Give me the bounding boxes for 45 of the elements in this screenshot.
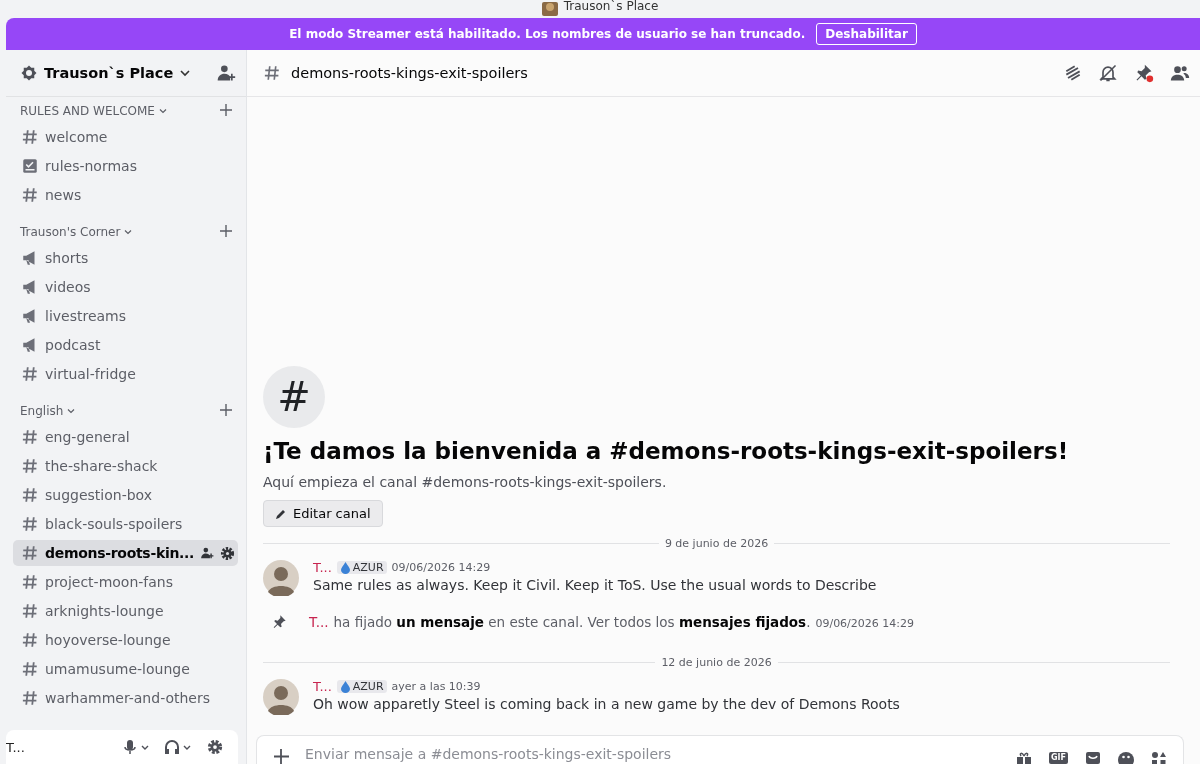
category-name: Trauson's Corner	[20, 225, 121, 239]
category-name: RULES AND WELCOME	[20, 104, 155, 118]
system-message: ha fijado un mensaje en este canal. Ver todos los mensajes fijados.	[333, 614, 811, 630]
channel-item[interactable]: black-souls-spoilers	[13, 511, 238, 537]
channel-item[interactable]: livestreams	[13, 303, 238, 329]
role-badge: AZUR	[336, 680, 387, 693]
author-name: T...	[313, 679, 332, 694]
author-name: T...	[313, 560, 332, 575]
message-text: Oh wow apparetly Steel is coming back in a new game by the dev of Demons Roots	[313, 696, 900, 712]
timestamp: 09/06/2026 14:29	[815, 617, 915, 630]
channel-item[interactable]: podcast	[13, 332, 238, 358]
message-input[interactable]: Enviar mensaje a #demons-roots-kings-exit-spoilers GIF	[256, 735, 1184, 764]
gif-button[interactable]: GIF	[1049, 752, 1068, 764]
channel-item[interactable]: arknights-lounge	[13, 598, 238, 624]
channel-item[interactable]: demons-roots-kin...	[13, 540, 238, 566]
welcome-title: ¡Te damos la bienvenida a #demons-roots-kings-exit-spoilers!	[263, 438, 1070, 464]
author-name: T...	[309, 614, 329, 630]
channel-item[interactable]: project-moon-fans	[13, 569, 238, 595]
channel-item[interactable]: umamusume-lounge	[13, 656, 238, 682]
channel-item[interactable]: rules-normas	[13, 153, 238, 179]
disable-button[interactable]: Deshabilitar	[816, 23, 917, 45]
channel-item[interactable]: welcome	[13, 124, 238, 150]
date-divider: 12 de junio de 2026	[661, 656, 772, 669]
welcome-subtitle: Aquí empieza el canal #demons-roots-kings-exit-spoilers.	[263, 474, 668, 490]
channel-title: demons-roots-kings-exit-spoilers	[291, 65, 529, 81]
server-name[interactable]: Trauson`s Place	[44, 65, 174, 81]
banner-text: El modo Streamer está habilitado. Los nombres de usuario se han truncado.	[289, 27, 806, 41]
channel-item[interactable]: news	[13, 182, 238, 208]
channel-hash-icon: #	[263, 366, 325, 428]
role-badge: AZUR	[336, 561, 387, 574]
channel-item[interactable]: suggestion-box	[13, 482, 238, 508]
window-title: Trauson`s Place	[563, 0, 659, 13]
edit-channel-button[interactable]: Editar canal	[263, 500, 383, 527]
channel-item[interactable]: warhammer-and-others	[13, 685, 238, 711]
message-text: Same rules as always. Keep it Civil. Keep it ToS. Use the usual words to Describe	[313, 577, 877, 593]
channel-item[interactable]: eng-general	[13, 424, 238, 450]
channel-item[interactable]: shorts	[13, 245, 238, 271]
channel-item[interactable]: virtual-fridge	[13, 361, 238, 387]
category-name: English	[20, 404, 64, 418]
date-divider: 9 de junio de 2026	[664, 537, 769, 550]
channel-item[interactable]: the-share-shack	[13, 453, 238, 479]
timestamp: ayer a las 10:39	[391, 680, 481, 693]
channel-item[interactable]: hoyoverse-lounge	[13, 627, 238, 653]
timestamp: 09/06/2026 14:29	[391, 561, 491, 574]
channel-item[interactable]: videos	[13, 274, 238, 300]
